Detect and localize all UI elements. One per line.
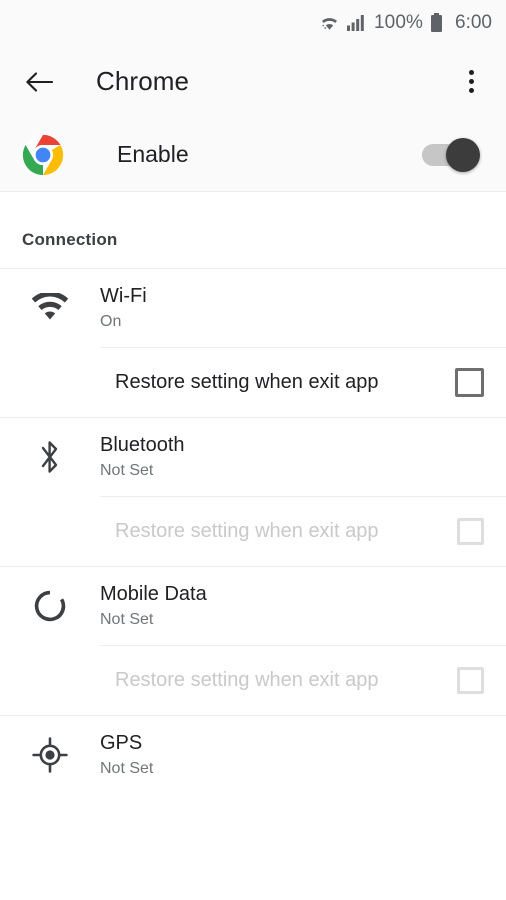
setting-title: Bluetooth — [100, 433, 185, 456]
setting-row-text: Mobile Data Not Set — [100, 583, 207, 629]
setting-subtitle: On — [100, 312, 122, 330]
setting-row-mobile-data[interactable]: Mobile Data Not Set — [0, 567, 506, 645]
setting-row-text: GPS Not Set — [100, 732, 153, 778]
enable-app-row[interactable]: Enable — [0, 118, 506, 192]
status-bar: 100% 6:00 — [0, 0, 506, 45]
overflow-menu-icon — [468, 88, 474, 93]
clock-label: 6:00 — [455, 12, 492, 33]
restore-setting-label: Restore setting when exit app — [115, 371, 379, 393]
bluetooth-icon — [0, 438, 100, 476]
page-title: Chrome — [96, 66, 190, 96]
toggle-thumb — [446, 137, 480, 172]
settings-group: Wi-Fi On Restore setting when exit app — [0, 268, 506, 417]
restore-setting-row-bluetooth: Restore setting when exit app — [100, 496, 506, 566]
setting-row-text: Wi-Fi On — [100, 285, 147, 331]
back-arrow-icon — [26, 71, 53, 92]
wifi-icon — [0, 293, 100, 323]
restore-setting-row-mobile-data: Restore setting when exit app — [100, 645, 506, 715]
back-button[interactable] — [22, 65, 56, 99]
cellular-signal-icon — [347, 14, 367, 31]
setting-row-bluetooth[interactable]: Bluetooth Not Set — [0, 418, 506, 496]
restore-setting-checkbox[interactable] — [455, 368, 484, 397]
restore-setting-row-wifi[interactable]: Restore setting when exit app — [100, 347, 506, 417]
enable-label: Enable — [117, 141, 189, 167]
restore-setting-checkbox — [457, 518, 484, 545]
restore-setting-label: Restore setting when exit app — [115, 520, 379, 542]
app-bar: Chrome — [0, 45, 506, 118]
setting-title: GPS — [100, 731, 143, 754]
wifi-icon — [319, 14, 340, 31]
app-screen: 100% 6:00 Chrome Enable Connection Wi-Fi… — [0, 0, 506, 900]
settings-list: Wi-Fi On Restore setting when exit app B… — [0, 268, 506, 900]
overflow-menu-icon — [468, 70, 474, 75]
setting-subtitle: Not Set — [100, 759, 154, 777]
battery-percent-label: 100% — [374, 12, 424, 33]
setting-title: Mobile Data — [100, 582, 207, 605]
restore-setting-checkbox — [457, 667, 484, 694]
overflow-menu-icon — [468, 79, 474, 84]
setting-subtitle: Not Set — [100, 610, 154, 628]
settings-group: Bluetooth Not Set Restore setting when e… — [0, 417, 506, 566]
setting-row-text: Bluetooth Not Set — [100, 434, 185, 480]
setting-row-gps[interactable]: GPS Not Set — [0, 716, 506, 794]
settings-group: GPS Not Set — [0, 715, 506, 794]
setting-title: Wi-Fi — [100, 284, 147, 307]
gps-icon — [0, 737, 100, 773]
setting-row-wifi[interactable]: Wi-Fi On — [0, 269, 506, 347]
section-header-connection: Connection — [22, 230, 118, 249]
chrome-logo-icon — [22, 134, 64, 176]
enable-toggle-switch[interactable] — [422, 137, 480, 172]
settings-group: Mobile Data Not Set Restore setting when… — [0, 566, 506, 715]
battery-full-icon — [430, 13, 443, 32]
overflow-menu-button[interactable] — [454, 65, 488, 99]
mobile-data-icon — [0, 589, 100, 623]
setting-subtitle: Not Set — [100, 461, 154, 479]
restore-setting-label: Restore setting when exit app — [115, 669, 379, 691]
